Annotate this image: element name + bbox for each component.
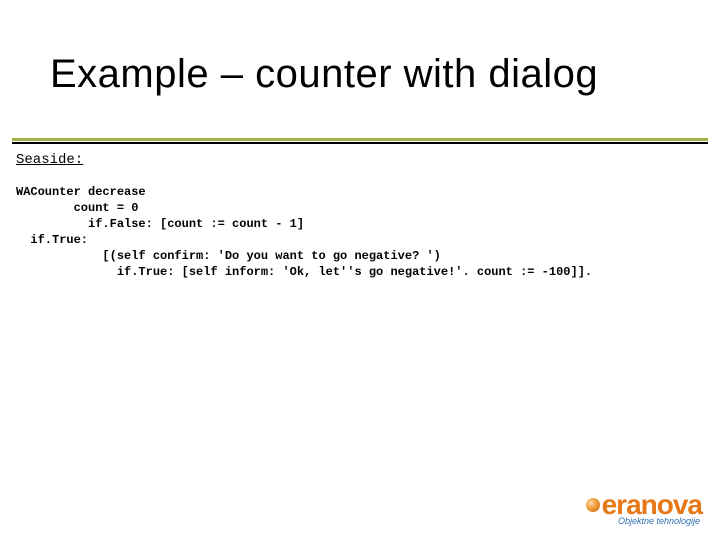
code-block: WACounter decrease count = 0 if.False: [… [16,184,704,280]
code-line: if.False: [count := count - 1] [16,217,304,231]
logo: eranova Objektne tehnologije [586,492,702,526]
section-label: Seaside: [16,152,83,168]
logo-text: eranova [602,492,702,518]
slide-title: Example – counter with dialog [50,52,598,97]
logo-word: eranova [586,492,702,518]
code-line: if.True: [self inform: 'Ok, let''s go ne… [16,265,592,279]
code-line: WACounter decrease [16,185,146,199]
code-line: [(self confirm: 'Do you want to go negat… [16,249,441,263]
divider-black [12,142,708,144]
logo-globe-icon [586,498,600,512]
divider-green [12,138,708,141]
code-line: count = 0 [16,201,138,215]
slide: Example – counter with dialog Seaside: W… [0,0,720,540]
code-line: if.True: [16,233,88,247]
